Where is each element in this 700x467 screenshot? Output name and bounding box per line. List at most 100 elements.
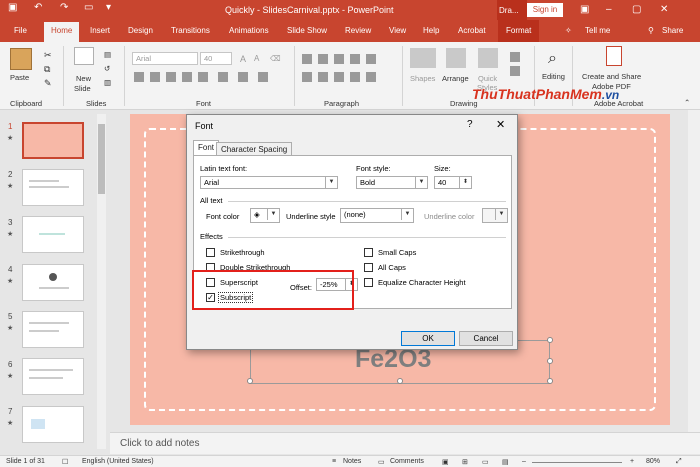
decrease-indent-icon[interactable] bbox=[334, 54, 344, 64]
tab-file[interactable]: File bbox=[14, 26, 27, 35]
paste-icon[interactable] bbox=[10, 48, 32, 70]
shape-fill-icon[interactable] bbox=[510, 52, 520, 62]
resize-handle[interactable] bbox=[547, 337, 553, 343]
fit-to-window-icon[interactable]: ⤢ bbox=[676, 458, 682, 466]
tab-insert[interactable]: Insert bbox=[90, 26, 110, 35]
notes-toggle[interactable]: Notes bbox=[343, 458, 361, 465]
slide-thumbnail-1[interactable] bbox=[22, 122, 84, 159]
new-slide-button-line2[interactable]: Slide bbox=[74, 84, 91, 93]
language-indicator[interactable]: English (United States) bbox=[82, 458, 154, 465]
help-button[interactable]: ? bbox=[467, 119, 473, 130]
tab-slide-show[interactable]: Slide Show bbox=[287, 26, 327, 35]
tab-design[interactable]: Design bbox=[128, 26, 153, 35]
slide-thumbnail-5[interactable] bbox=[22, 311, 84, 348]
equalize-height-checkbox[interactable] bbox=[364, 278, 373, 287]
increase-indent-icon[interactable] bbox=[350, 54, 360, 64]
align-center-icon[interactable] bbox=[318, 72, 328, 82]
strikethrough-icon[interactable] bbox=[198, 72, 208, 82]
tab-home[interactable]: Home bbox=[44, 22, 80, 42]
shape-outline-icon[interactable] bbox=[510, 66, 520, 76]
small-caps-checkbox[interactable] bbox=[364, 248, 373, 257]
underline-style-select[interactable]: (none) ▼ bbox=[340, 208, 414, 223]
resize-handle[interactable] bbox=[247, 378, 253, 384]
change-case-icon[interactable] bbox=[238, 72, 248, 82]
bold-icon[interactable] bbox=[134, 72, 144, 82]
tab-animations[interactable]: Animations bbox=[229, 26, 269, 35]
tell-me-search[interactable]: Tell me bbox=[585, 26, 610, 35]
new-slide-icon[interactable] bbox=[74, 47, 94, 65]
zoom-in-icon[interactable]: + bbox=[630, 458, 634, 465]
share-button[interactable]: Share bbox=[662, 26, 683, 35]
font-color-picker[interactable]: ◈ ▼ bbox=[250, 208, 280, 223]
size-spinner[interactable]: 40 ⬍ bbox=[434, 176, 472, 189]
slideshow-icon[interactable]: ▤ bbox=[502, 458, 509, 466]
ok-button[interactable]: OK bbox=[401, 331, 455, 346]
find-icon[interactable]: ⌕ bbox=[548, 50, 557, 68]
sign-in-button[interactable]: Sign in bbox=[527, 3, 563, 17]
zoom-slider[interactable] bbox=[532, 462, 622, 463]
maximize-button[interactable]: ▢ bbox=[632, 4, 641, 15]
adobe-pdf-icon[interactable] bbox=[606, 46, 622, 66]
scrollbar-thumb[interactable] bbox=[98, 124, 105, 194]
spin-icon[interactable]: ⬍ bbox=[459, 177, 471, 188]
minimize-button[interactable]: – bbox=[606, 4, 612, 15]
strikethrough-checkbox[interactable] bbox=[206, 248, 215, 257]
section-icon[interactable]: ▥ bbox=[104, 78, 111, 87]
italic-icon[interactable] bbox=[150, 72, 160, 82]
cancel-button[interactable]: Cancel bbox=[459, 331, 513, 346]
normal-view-icon[interactable]: ▣ bbox=[442, 458, 449, 466]
resize-handle[interactable] bbox=[547, 358, 553, 364]
slide-thumbnail-3[interactable] bbox=[22, 216, 84, 253]
slide-thumbnail-4[interactable] bbox=[22, 264, 84, 301]
shapes-button[interactable]: Shapes bbox=[410, 74, 435, 83]
create-share-line1[interactable]: Create and Share bbox=[582, 72, 641, 81]
justify-icon[interactable] bbox=[350, 72, 360, 82]
reset-icon[interactable]: ↺ bbox=[104, 64, 110, 73]
zoom-out-icon[interactable]: – bbox=[522, 458, 526, 465]
resize-handle[interactable] bbox=[397, 378, 403, 384]
slide-scrollbar[interactable] bbox=[688, 110, 700, 432]
tab-acrobat[interactable]: Acrobat bbox=[458, 26, 486, 35]
redo-icon[interactable]: ↷ bbox=[60, 2, 68, 13]
arrange-button[interactable]: Arrange bbox=[442, 74, 469, 83]
comments-toggle[interactable]: Comments bbox=[390, 458, 424, 465]
font-color-icon[interactable] bbox=[258, 72, 268, 82]
slide-thumbnail-7[interactable] bbox=[22, 406, 84, 443]
thumbnail-scrollbar[interactable] bbox=[97, 114, 106, 449]
bullets-icon[interactable] bbox=[302, 54, 312, 64]
clear-format-icon[interactable]: ⌫ bbox=[270, 54, 281, 63]
all-caps-checkbox[interactable] bbox=[364, 263, 373, 272]
shadow-icon[interactable] bbox=[182, 72, 192, 82]
align-right-icon[interactable] bbox=[334, 72, 344, 82]
font-name-box[interactable]: Arial bbox=[132, 52, 198, 65]
arrange-icon[interactable] bbox=[446, 48, 466, 68]
slide-thumbnail-6[interactable] bbox=[22, 358, 84, 395]
spellcheck-icon[interactable]: ☐ bbox=[62, 458, 68, 466]
shapes-icon[interactable] bbox=[410, 48, 436, 68]
tab-view[interactable]: View bbox=[389, 26, 406, 35]
layout-icon[interactable]: ▤ bbox=[104, 50, 111, 59]
slide-thumbnail-2[interactable] bbox=[22, 169, 84, 206]
ribbon-display-icon[interactable]: ▣ bbox=[580, 4, 589, 15]
columns-icon[interactable] bbox=[366, 72, 376, 82]
close-icon[interactable]: ✕ bbox=[496, 118, 505, 131]
quick-styles-line1[interactable]: Quick bbox=[478, 74, 497, 83]
save-icon[interactable]: ▣ bbox=[8, 2, 17, 13]
tab-transitions[interactable]: Transitions bbox=[171, 26, 210, 35]
latin-font-select[interactable]: Arial ▼ bbox=[200, 176, 338, 189]
collapse-ribbon-icon[interactable]: ⌃ bbox=[684, 98, 690, 107]
align-left-icon[interactable] bbox=[302, 72, 312, 82]
increase-font-icon[interactable]: A bbox=[240, 54, 246, 64]
reading-view-icon[interactable]: ▭ bbox=[482, 458, 489, 466]
editing-button[interactable]: Editing bbox=[542, 72, 565, 81]
cut-icon[interactable]: ✂ bbox=[44, 50, 52, 61]
paste-button[interactable]: Paste bbox=[10, 73, 29, 82]
decrease-font-icon[interactable]: A bbox=[254, 54, 259, 63]
char-spacing-icon[interactable] bbox=[218, 72, 228, 82]
tab-help[interactable]: Help bbox=[423, 26, 439, 35]
format-painter-icon[interactable]: ✎ bbox=[44, 78, 52, 89]
line-spacing-icon[interactable] bbox=[366, 54, 376, 64]
tab-review[interactable]: Review bbox=[345, 26, 371, 35]
slide-sorter-icon[interactable]: ⊞ bbox=[462, 458, 468, 466]
share-icon[interactable]: ⚲ bbox=[648, 26, 654, 35]
